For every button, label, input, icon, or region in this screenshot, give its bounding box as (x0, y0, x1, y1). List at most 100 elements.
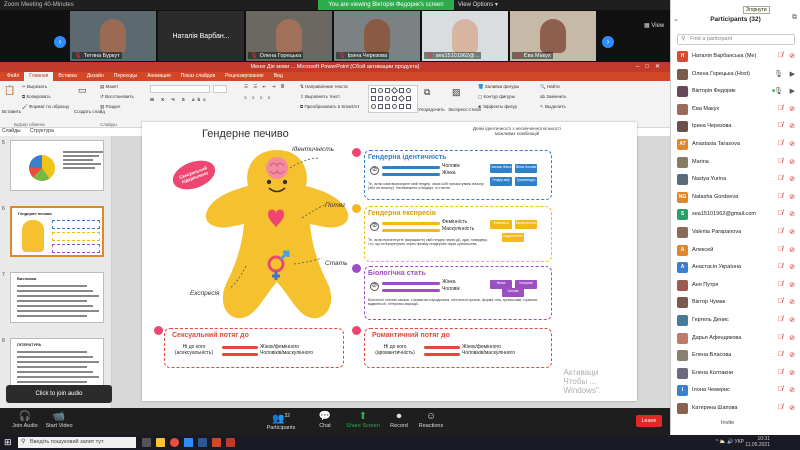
video-tile[interactable]: 🎙 Олена Горецька (246, 11, 332, 61)
view-button[interactable]: ▦ View (644, 22, 664, 29)
participant-row[interactable]: AT Anastasia Tarasova 🎙̸ ⊘ (671, 136, 800, 154)
participant-row[interactable]: Marina 🎙̸ ⊘ (671, 154, 800, 172)
tab-structure[interactable]: Структура (30, 128, 54, 134)
slide-thumbnail[interactable]: Висновки (10, 272, 104, 323)
participant-row[interactable]: NG Natasha Gordeeva 🎙̸ ⊘ (671, 189, 800, 207)
participant-row[interactable]: Вікторія Федорик ■ 🎙 ▶ (671, 83, 800, 101)
participant-name: Marina (692, 158, 709, 165)
text-direction-button[interactable]: ⇅ Направление текста (300, 84, 348, 90)
participant-row[interactable]: Н Наталія Варбанська (Me) 🎙̸ ⊘ (671, 48, 800, 66)
select-button[interactable]: ↖ Выделить (540, 104, 566, 110)
ribbon-tab[interactable]: Показ слайдов (176, 72, 220, 81)
video-tile[interactable]: 🎙 Ірина Черезова (334, 11, 420, 61)
participant-row[interactable]: І Ілона Чемерис 🎙̸ ⊘ (671, 382, 800, 400)
font-size-select[interactable] (213, 85, 227, 93)
participant-row[interactable]: Valeriia Parapanova 🎙̸ ⊘ (671, 224, 800, 242)
shapes-gallery[interactable] (368, 85, 418, 113)
video-tile[interactable]: 🎙 sea15101962@... (422, 11, 508, 61)
reset-button[interactable]: ↺ Восстановить (100, 94, 134, 100)
powerpoint-icon[interactable] (212, 438, 221, 447)
system-clock[interactable]: 10:31 11.05.2021 (745, 436, 770, 448)
participant-row[interactable]: А Алексей 🎙̸ ⊘ (671, 242, 800, 260)
layout-button[interactable]: ▤ Макет (100, 84, 118, 90)
participant-row[interactable]: Віктор Чумак 🎙̸ ⊘ (671, 294, 800, 312)
romantic-attraction-right-2: Чоловіків/маскулінного (462, 350, 516, 356)
participant-row[interactable]: Гергель Денис 🎙̸ ⊘ (671, 312, 800, 330)
ribbon-tab[interactable]: Вид (269, 72, 288, 81)
chrome-icon[interactable] (170, 438, 179, 447)
find-participant-input[interactable]: ⚲ Find a participant (677, 34, 795, 45)
ribbon-tab[interactable]: Файл (2, 72, 24, 81)
participant-row[interactable]: А Анастасія Українна 🎙̸ ⊘ (671, 259, 800, 277)
system-tray-icons[interactable]: ^ ⛅ 🔊 УКР (716, 439, 744, 445)
slide-thumbnail[interactable]: Гендерне печиво (10, 206, 104, 257)
new-slide-icon[interactable]: ▭ (78, 85, 87, 96)
arrange-button[interactable]: Упорядочить (418, 107, 445, 112)
leave-button[interactable]: Leave (636, 415, 662, 427)
participant-row[interactable]: Аня Путря 🎙̸ ⊘ (671, 277, 800, 295)
file-explorer-icon[interactable] (156, 438, 165, 447)
ribbon-tab[interactable]: Рецензирование (220, 72, 269, 81)
participant-name: Катерина Шапова (692, 404, 738, 411)
slide-thumbnail[interactable]: ЛІТЕРАТУРА (10, 338, 104, 389)
quick-styles-icon[interactable]: ▨ (452, 87, 461, 98)
shape-effects-button[interactable]: ◈ Эффекты фигур (478, 104, 517, 110)
participant-row[interactable]: Nastya Yurina 🎙̸ ⊘ (671, 171, 800, 189)
participant-row[interactable]: Дарья Афендикова 🎙̸ ⊘ (671, 330, 800, 348)
participant-row[interactable]: Ssea15101962@gmail.com 🎙̸ ⊘ (671, 206, 800, 224)
slide-thumbnail[interactable] (10, 140, 104, 191)
section-button[interactable]: ▥ Раздел (100, 104, 120, 110)
invite-button[interactable]: Invite (721, 420, 734, 426)
quick-styles-button[interactable]: Экспресс-стили (448, 107, 481, 112)
participant-row[interactable]: Елена Власова 🎙̸ ⊘ (671, 347, 800, 365)
align-buttons[interactable]: ≡ ≡ ≡ ≡ (244, 95, 272, 100)
copy-button[interactable]: ⧉ Копировать (22, 94, 51, 99)
mic-muted-icon: 🎙̸ (777, 157, 783, 165)
format-painter-button[interactable]: 🖌 Формат по образцу (22, 104, 69, 110)
list-buttons[interactable]: ☰ ☰ ⇤ ⇥ ≣ (244, 84, 286, 90)
find-button[interactable]: 🔍 Найти (540, 84, 560, 90)
video-tile[interactable]: 🎙 Тетяна Буркут (70, 11, 156, 61)
font-style-buttons[interactable]: Ж К Ч S abc (150, 97, 209, 102)
arrange-icon[interactable]: ⧉ (424, 87, 430, 98)
taskbar-search-input[interactable]: ⚲ Введіть пошуковий запит тут (18, 437, 136, 448)
font-name-select[interactable] (150, 85, 210, 93)
participant-row[interactable]: Єва Макух 🎙̸ ⊘ (671, 101, 800, 119)
pdf-reader-icon[interactable] (226, 438, 235, 447)
participant-row[interactable]: Катерина Шапова 🎙̸ ⊘ (671, 400, 800, 418)
ribbon-tab[interactable]: Переходы (109, 72, 142, 81)
convert-smartart-button[interactable]: ⧉ Преобразовать в SmartArt (300, 104, 359, 109)
word-icon[interactable] (198, 438, 207, 447)
mic-muted-icon: 🎙̸ (777, 403, 783, 411)
video-strip-prev-button[interactable]: ‹ (54, 36, 66, 48)
ribbon-tab[interactable]: Дизайн (82, 72, 109, 81)
paste-icon[interactable]: 📋 (4, 85, 15, 96)
window-controls[interactable]: –□✕ (636, 62, 666, 72)
video-strip-next-button[interactable]: › (602, 36, 614, 48)
shape-fill-button[interactable]: 🪣 Заливка фигуры (478, 84, 519, 90)
ribbon-tab[interactable]: Главная (24, 72, 54, 81)
zoom-icon[interactable] (184, 438, 193, 447)
paste-button[interactable]: Вставить (2, 109, 21, 114)
shape-outline-button[interactable]: ▢ Контур фигуры (478, 94, 515, 100)
view-options-menu[interactable]: View Options ▾ (458, 0, 498, 10)
participant-row[interactable]: Елена Колтакни 🎙̸ ⊘ (671, 365, 800, 383)
ribbon-tab[interactable]: Анимация (142, 72, 175, 81)
ribbon-tab[interactable]: Вставка (53, 72, 82, 81)
popout-icon[interactable]: ⧉ (792, 14, 797, 22)
tab-slides[interactable]: Слайды (2, 128, 21, 134)
slide-thumbnails-panel[interactable]: 5 6 Гендерне печиво 7 Висновки 8 ЛІТЕРАТУРА (0, 136, 112, 408)
participant-row[interactable]: Ірина Черезова 🎙̸ ⊘ (671, 118, 800, 136)
reactions-button[interactable]: ☺ Reactions (406, 410, 456, 429)
video-tile[interactable]: 🎙 Єва Макух (510, 11, 596, 61)
participants-button[interactable]: 👥32 Participants (256, 410, 306, 431)
task-view-icon[interactable] (142, 438, 151, 447)
start-video-button[interactable]: 📹 Start Video (34, 410, 84, 429)
participant-row[interactable]: Олена Горецька (Host) 🎙 ▶ (671, 66, 800, 84)
windows-start-icon[interactable]: ⊞ (4, 438, 13, 447)
video-tile[interactable]: Наталія Варбан... (158, 11, 244, 61)
align-text-button[interactable]: ⇳ Выровнять текст (300, 94, 340, 100)
replace-button[interactable]: ab Заменить (540, 94, 567, 99)
cut-button[interactable]: ✂ Вырезать (22, 84, 47, 90)
click-to-join-audio-button[interactable]: Click to join audio (6, 385, 112, 403)
